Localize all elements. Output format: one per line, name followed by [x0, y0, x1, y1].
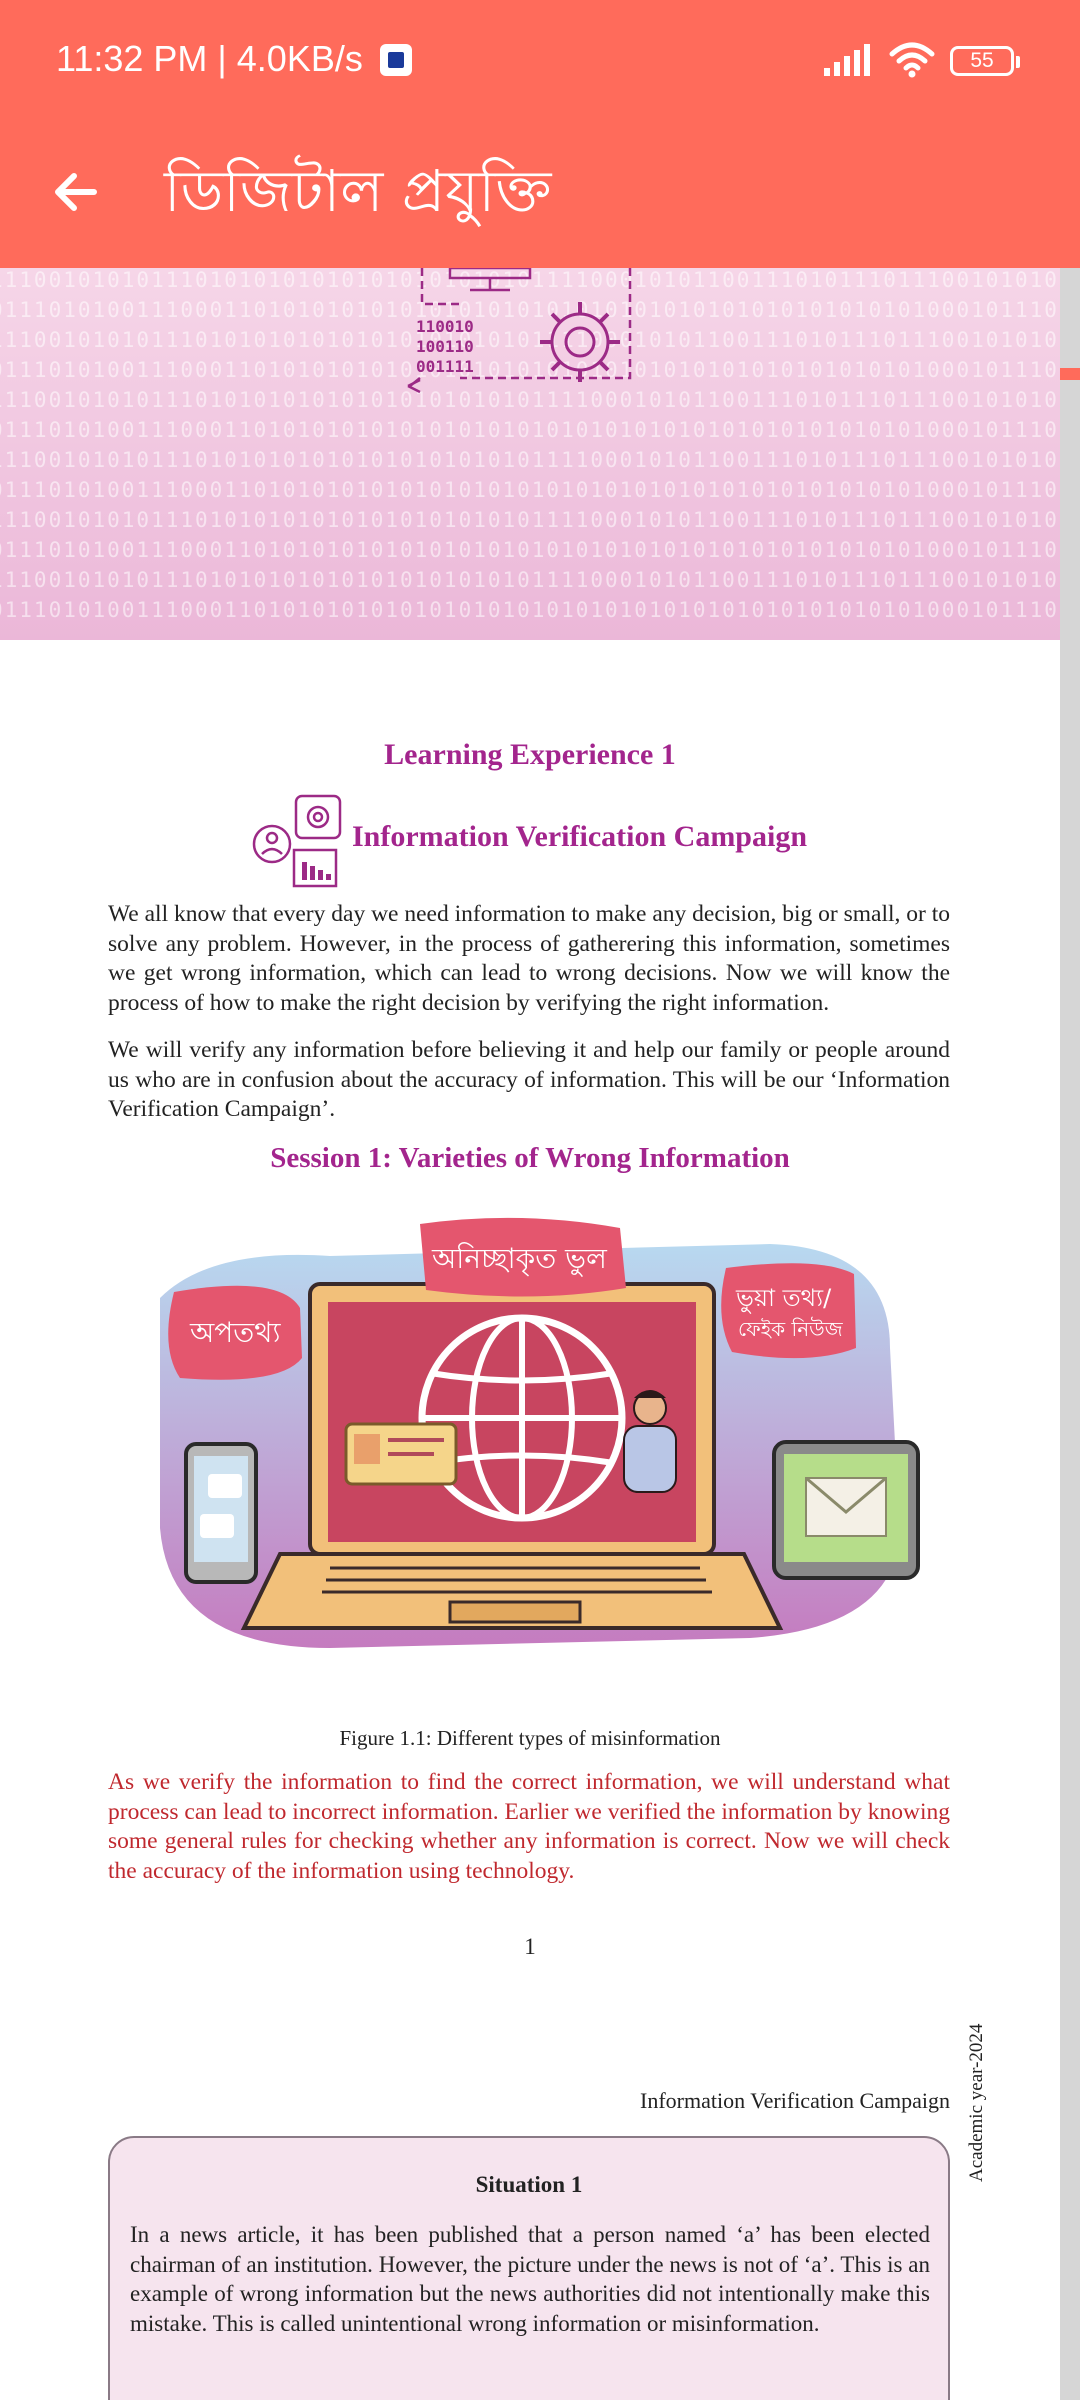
situation-text: In a news article, it has been published… — [130, 2222, 930, 2336]
binary-pattern: 1110010101011101010101010101010101010111… — [0, 508, 1060, 532]
situation-box: Situation 1 In a news article, it has be… — [108, 2136, 950, 2400]
status-time: 11:32 PM | 4.0KB/s — [56, 38, 363, 79]
binary-label: 100110 — [416, 337, 474, 356]
binary-pattern: 0111010100111000110101010101010101010101… — [0, 538, 1060, 562]
computer-gear-illustration: 110010 100110 001111 — [407, 268, 632, 394]
wifi-icon — [889, 42, 935, 78]
label-bubble-center: অনিচ্ছাকৃত ভুল — [420, 1217, 626, 1297]
intro-paragraph: We all know that every day we need infor… — [108, 901, 950, 1016]
misinformation-illustration: অপতথ্য অনিচ্ছাকৃত ভুল ভুয়া তথ্য/ ফেইক ন… — [160, 1217, 920, 1648]
binary-pattern: 0111010100111000110101010101010101010101… — [0, 478, 1060, 502]
binary-label: 001111 — [416, 357, 474, 376]
scrollbar-track[interactable] — [1060, 268, 1080, 2400]
verify-paragraph: We will verify any information before be… — [108, 1037, 950, 1122]
binary-pattern: 1110010101011101010101010101010101010111… — [0, 448, 1060, 472]
gear-icon — [540, 302, 620, 382]
bubble-label-unintentional-error: অনিচ্ছাকৃত ভুল — [431, 1242, 608, 1276]
binary-pattern: 0111010100111000110101010101010101010101… — [0, 598, 1060, 622]
academic-year-note: Academic year-2024 — [966, 2023, 987, 2182]
learning-experience-heading: Learning Experience 1 — [384, 738, 676, 771]
situation-title: Situation 1 — [475, 2172, 583, 2197]
campaign-heading: Information Verification Campaign — [352, 820, 808, 853]
binary-label: 110010 — [416, 317, 474, 336]
page-number: 1 — [524, 1934, 536, 1959]
label-bubble-right: ভুয়া তথ্য/ ফেইক নিউজ — [721, 1263, 856, 1359]
bubble-label-misinformation: অপতথ্য — [189, 1316, 281, 1349]
bubble-label-fake-info: ভুয়া তথ্য/ — [735, 1284, 832, 1313]
battery-level: 55 — [970, 49, 994, 72]
app-bar: ডিজিটাল প্রযুক্তি — [0, 124, 1080, 268]
technology-paragraph: As we verify the information to find the… — [108, 1769, 950, 1884]
scrollbar-thumb[interactable] — [1060, 368, 1080, 380]
campaign-icon — [252, 794, 342, 888]
status-bar: 11:32 PM | 4.0KB/s 55 — [0, 0, 1080, 124]
document-viewer[interactable]: 1110010101011101010101010101010101010111… — [0, 268, 1060, 2400]
chapter-banner: 1110010101011101010101010101010101010111… — [0, 268, 1060, 640]
session-heading: Session 1: Varieties of Wrong Informatio… — [270, 1142, 790, 1174]
back-arrow-icon[interactable] — [48, 164, 104, 220]
figure-caption: Figure 1.1: Different types of misinform… — [339, 1726, 721, 1750]
binary-pattern: 1110010101011101010101010101010101010111… — [0, 568, 1060, 592]
signal-icon — [824, 44, 870, 76]
app-title: ডিজিটাল প্রযুক্তি — [164, 157, 552, 225]
notification-app-icon — [380, 44, 412, 76]
bubble-label-fake-news: ফেইক নিউজ — [738, 1317, 844, 1341]
binary-pattern: 0111010100111000110101010101010101010101… — [0, 418, 1060, 442]
label-bubble-left: অপতথ্য — [168, 1285, 302, 1380]
battery-icon: 55 — [950, 46, 1020, 76]
next-page-header: Information Verification Campaign — [640, 2088, 950, 2113]
